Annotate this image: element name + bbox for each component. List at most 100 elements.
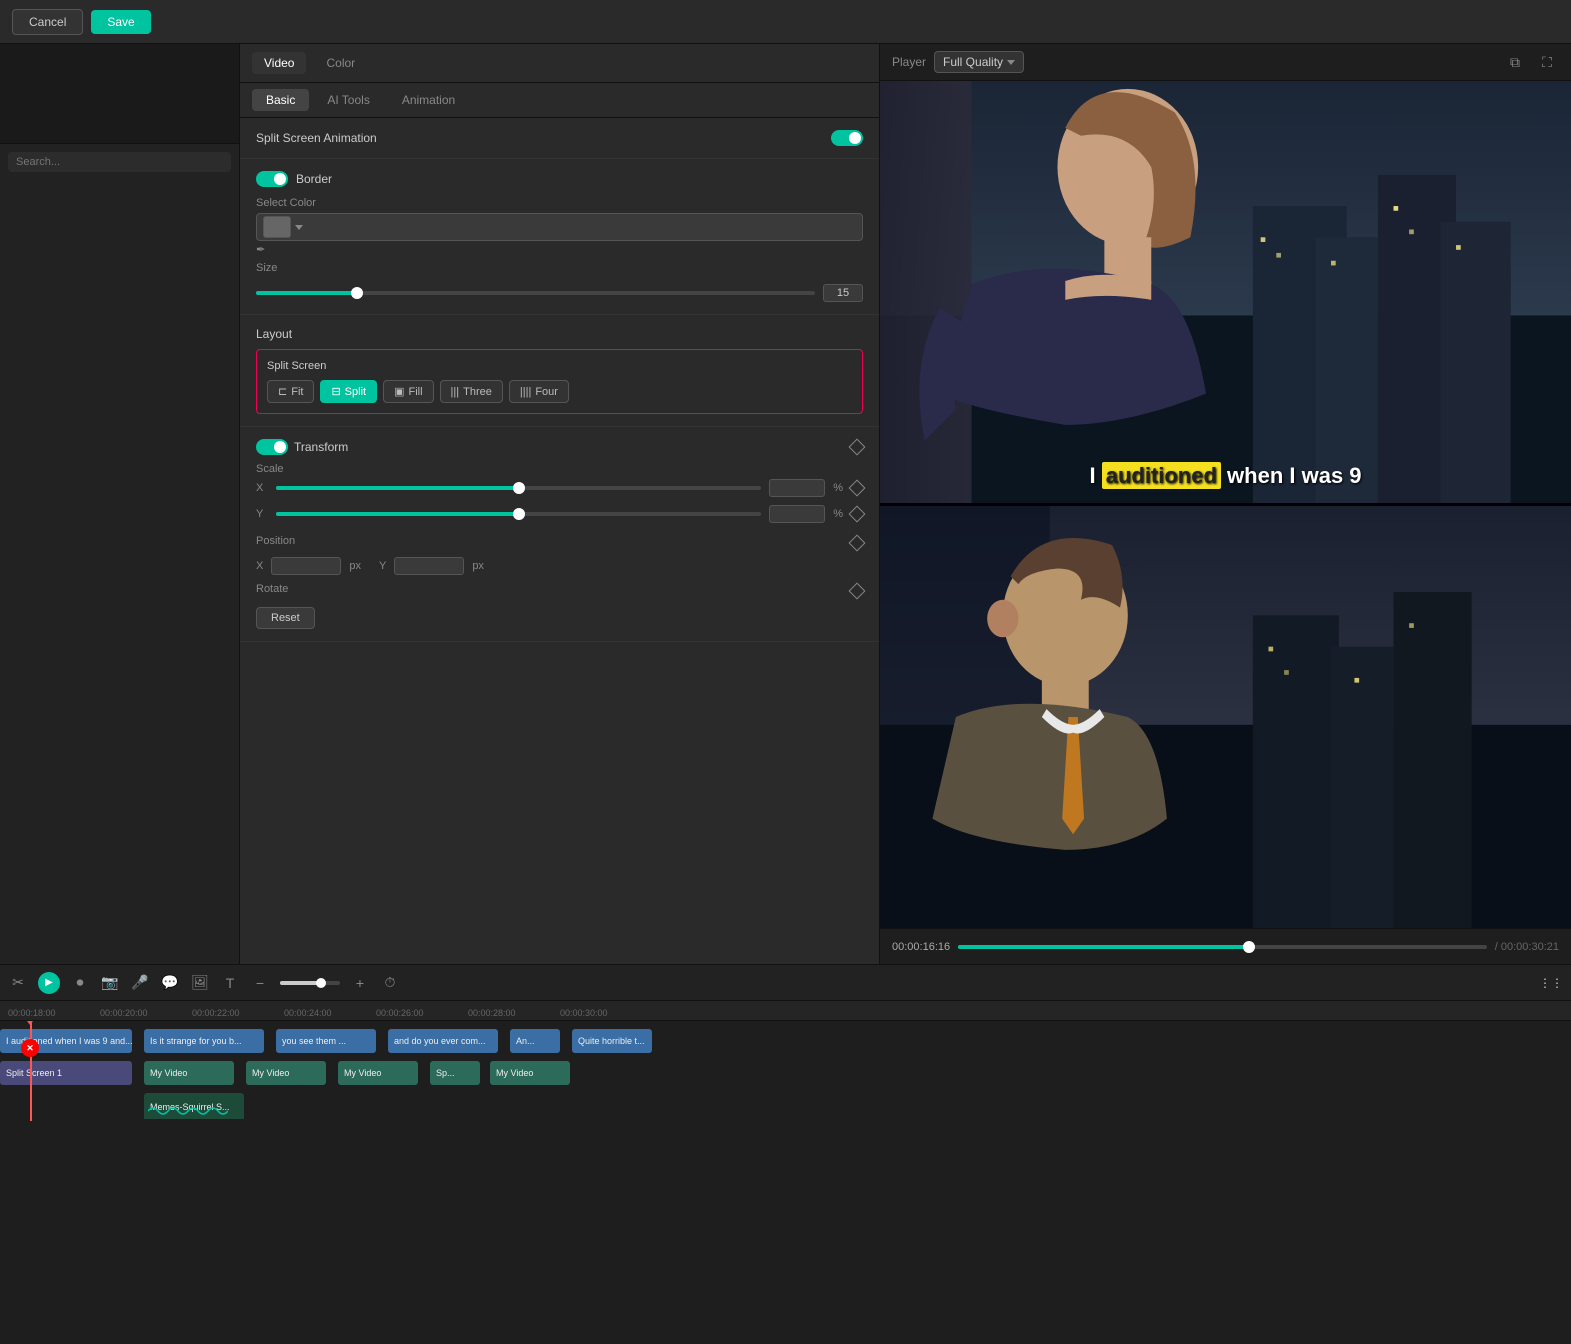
subtab-animation[interactable]: Animation — [388, 89, 469, 111]
subtab-ai-tools[interactable]: AI Tools — [313, 89, 383, 111]
pos-x-input[interactable]: 0.00 — [271, 557, 341, 575]
color-picker-button[interactable] — [256, 213, 863, 241]
split-screen-animation-section: Split Screen Animation — [240, 118, 879, 159]
scale-x-keyframe-icon — [849, 480, 866, 497]
scale-label: Scale — [256, 463, 863, 475]
scale-y-slider[interactable] — [276, 512, 761, 516]
subtitle-clip-5[interactable]: Quite horrible t... — [572, 1029, 652, 1053]
split-btn-split[interactable]: ⊟ Split — [320, 380, 377, 403]
audio-clip-0[interactable]: Memes-Squirrel S... — [144, 1093, 244, 1119]
eyedropper-icon[interactable]: ✒ — [256, 243, 265, 256]
video-track-1-content: Split Screen 1 My Video My Video My Vide… — [0, 1059, 1571, 1087]
split-view-icon[interactable]: ⧉ — [1503, 50, 1527, 74]
split-btn-fill[interactable]: ▣ Fill — [383, 380, 433, 403]
video-clip-3[interactable]: My Video — [338, 1061, 418, 1085]
split-btn-three[interactable]: ||| Three — [440, 380, 503, 403]
record-icon[interactable]: ⏺ — [70, 973, 90, 993]
text-icon[interactable]: T — [220, 973, 240, 993]
subtitle-top: I auditioned when I was 9 — [880, 461, 1571, 491]
subtitle-track: I auditioned when I was 9 and... Is it s… — [0, 1025, 1571, 1057]
video-clip-2[interactable]: My Video — [246, 1061, 326, 1085]
scale-x-axis-label: X — [256, 482, 268, 494]
split-screen-label: Split Screen — [267, 360, 852, 372]
size-slider-fill — [256, 291, 357, 295]
transform-diamond-icon — [849, 439, 866, 456]
minus-icon[interactable]: − — [250, 973, 270, 993]
subtitle-clip-2[interactable]: you see them ... — [276, 1029, 376, 1053]
border-row: Border — [256, 171, 863, 187]
split-screen-box: Split Screen ⊏ Fit ⊟ Split ▣ Fill — [256, 349, 863, 414]
left-sidebar — [0, 44, 240, 964]
video-clip-5[interactable]: My Video — [490, 1061, 570, 1085]
ruler-mark-2: 00:00:22:00 — [192, 1008, 240, 1018]
position-row: X 0.00 px Y 0.00 px — [256, 557, 863, 575]
video-clip-0[interactable]: Split Screen 1 — [0, 1061, 132, 1085]
fullscreen-icon[interactable]: ⛶ — [1535, 50, 1559, 74]
scale-y-input[interactable]: 100.00 — [769, 505, 825, 523]
subtitle-clip-3[interactable]: and do you ever com... — [388, 1029, 498, 1053]
tab-video[interactable]: Video — [252, 52, 306, 74]
quality-select[interactable]: Full Quality — [934, 51, 1024, 73]
position-section: Position X 0.00 px Y 0.00 px — [256, 535, 863, 575]
quality-value: Full Quality — [943, 55, 1003, 69]
save-button[interactable]: Save — [91, 10, 150, 34]
scale-y-row: Y 100.00 % — [256, 505, 863, 523]
ruler-mark-0: 00:00:18:00 — [8, 1008, 56, 1018]
rotate-keyframe-icon — [849, 583, 866, 600]
three-icon: ||| — [451, 386, 460, 398]
media-icon[interactable]: 🖼 — [190, 973, 210, 993]
player-bottom-bar: 00:00:16:16 / 00:00:30:21 — [880, 928, 1571, 964]
ruler-mark-1: 00:00:20:00 — [100, 1008, 148, 1018]
scissors-icon[interactable]: ✂ — [8, 973, 28, 993]
pos-y-label: Y — [379, 560, 386, 572]
tracks-area: ✕ I auditioned when I was 9 and... Is it… — [0, 1021, 1571, 1121]
subtitle-clip-1[interactable]: Is it strange for you b... — [144, 1029, 264, 1053]
split-icon: ⊟ — [331, 385, 340, 398]
size-slider-row: 15 — [256, 284, 863, 302]
panel-subtabs: Basic AI Tools Animation — [240, 83, 879, 118]
cancel-button[interactable]: Cancel — [12, 9, 83, 35]
timeline-toolbar: ✂ ▶ ⏺ 📷 🎤 💬 🖼 T − + ⏱ ⋮⋮ — [0, 965, 1571, 1001]
sidebar-search-input[interactable] — [8, 152, 231, 172]
microphone-icon[interactable]: 🎤 — [130, 973, 150, 993]
timeline-area: ✂ ▶ ⏺ 📷 🎤 💬 🖼 T − + ⏱ ⋮⋮ 00:00:18:00 00:… — [0, 964, 1571, 1344]
layout-section: Layout Split Screen ⊏ Fit ⊟ Split ▣ Fill — [240, 315, 879, 427]
size-slider-thumb — [351, 287, 363, 299]
video-bg-bottom — [880, 506, 1571, 928]
plus-icon[interactable]: + — [350, 973, 370, 993]
subtitle-clip-0[interactable]: I auditioned when I was 9 and... — [0, 1029, 132, 1053]
volume-fill — [280, 981, 319, 985]
properties-panel: Video Color Basic AI Tools Animation Spl… — [240, 44, 880, 964]
split-label: Split — [345, 386, 366, 398]
playhead[interactable]: ✕ — [30, 1021, 32, 1121]
split-btn-four[interactable]: |||| Four — [509, 380, 569, 403]
grid-menu-icon[interactable]: ⋮⋮ — [1539, 976, 1563, 990]
video-clip-1[interactable]: My Video — [144, 1061, 234, 1085]
video-clip-4[interactable]: Sp... — [430, 1061, 480, 1085]
playhead-marker — [24, 1021, 36, 1025]
clock-icon[interactable]: ⏱ — [380, 973, 400, 993]
scale-y-axis-label: Y — [256, 508, 268, 520]
reset-button[interactable]: Reset — [256, 607, 315, 629]
tab-color[interactable]: Color — [314, 52, 367, 74]
playhead-dot: ✕ — [21, 1039, 39, 1057]
split-screen-animation-toggle[interactable] — [831, 130, 863, 146]
scale-x-unit: % — [833, 482, 843, 494]
play-button[interactable]: ▶ — [38, 972, 60, 994]
progress-bar[interactable] — [958, 945, 1487, 949]
border-toggle[interactable] — [256, 171, 288, 187]
video-bg-top: I auditioned when I was 9 — [880, 81, 1571, 503]
subtitle-clip-4[interactable]: An... — [510, 1029, 560, 1053]
scale-x-input[interactable]: 100.00 — [769, 479, 825, 497]
scale-y-unit: % — [833, 508, 843, 520]
scale-x-slider[interactable] — [276, 486, 761, 490]
pos-y-input[interactable]: 0.00 — [394, 557, 464, 575]
volume-slider[interactable] — [280, 981, 340, 985]
split-btn-fit[interactable]: ⊏ Fit — [267, 380, 314, 403]
subtab-basic[interactable]: Basic — [252, 89, 309, 111]
subtitle-icon[interactable]: 💬 — [160, 973, 180, 993]
size-slider[interactable] — [256, 291, 815, 295]
camera-icon[interactable]: 📷 — [100, 973, 120, 993]
transform-toggle[interactable] — [256, 439, 288, 455]
split-screen-animation-label: Split Screen Animation — [256, 131, 377, 145]
